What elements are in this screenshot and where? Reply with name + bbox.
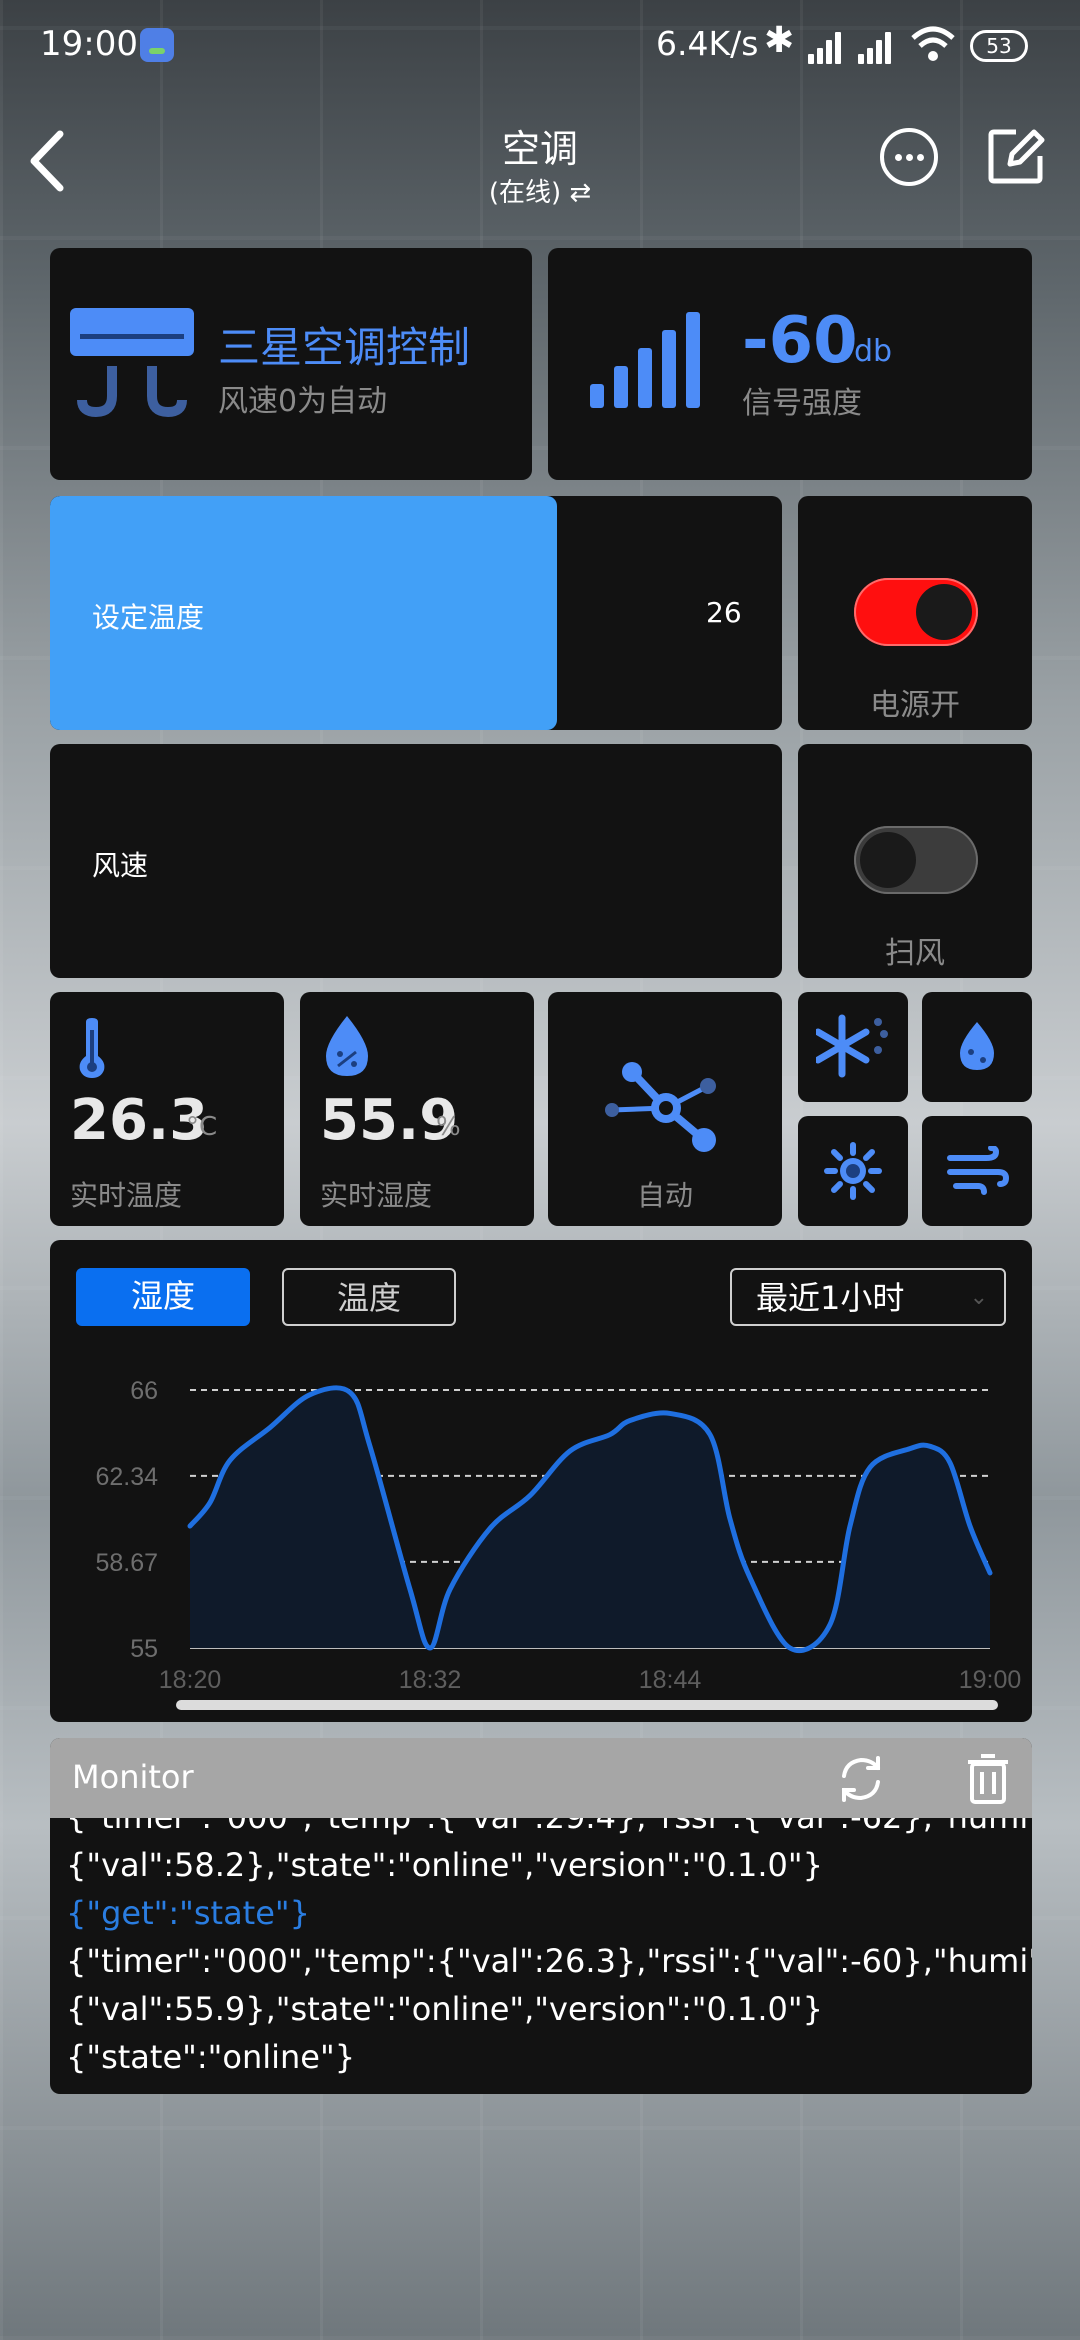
- dry-mode-button[interactable]: [922, 992, 1032, 1102]
- monitor-panel: Monitor {"timer":"000","temp":{"val":29.…: [50, 1738, 1032, 2094]
- log-line: {"val":55.9},"state":"online","version":…: [66, 1990, 823, 2028]
- app-header: 空调 (在线) ⇄: [0, 96, 1080, 236]
- sun-icon: [824, 1142, 882, 1200]
- x-tick-label: 18:20: [159, 1666, 222, 1694]
- fan-speed-label: 风速: [92, 849, 149, 882]
- network-speed: 6.4K/s: [656, 24, 759, 63]
- device-subtitle: 风速0为自动: [218, 384, 388, 419]
- device-title: 三星空调控制: [218, 323, 471, 372]
- fan-speed-slider[interactable]: 风速: [50, 744, 782, 978]
- refresh-icon[interactable]: [836, 1754, 886, 1804]
- y-tick-label: 55: [130, 1635, 158, 1663]
- thermometer-icon: [79, 1018, 105, 1078]
- log-line: {"state":"online"}: [66, 2038, 356, 2076]
- cool-mode-button[interactable]: [798, 992, 908, 1102]
- air-conditioner-icon: [70, 308, 194, 418]
- auto-mode-icon: [605, 1062, 716, 1152]
- log-line: {"timer":"000","temp":{"val":29.4},"rssi…: [66, 1818, 1032, 1836]
- snowflake-icon: [816, 1014, 888, 1078]
- power-toggle[interactable]: [854, 578, 978, 646]
- signal-strength-icon: [590, 312, 700, 408]
- monitor-title: Monitor: [72, 1758, 194, 1796]
- chart-scrollbar[interactable]: [176, 1700, 998, 1710]
- y-tick-label: 58.67: [95, 1549, 158, 1577]
- wind-icon: [947, 1146, 1010, 1195]
- set-temperature-value: 26: [706, 596, 742, 629]
- set-temperature-label: 设定温度: [92, 601, 205, 634]
- log-line: {"timer":"000","temp":{"val":26.3},"rssi…: [66, 1942, 1032, 1980]
- signal-value: -60: [742, 304, 858, 378]
- mode-card[interactable]: 自动: [548, 992, 782, 1226]
- swing-toggle[interactable]: [854, 826, 978, 894]
- humidity-card: 55.9 % 实时湿度: [300, 992, 534, 1226]
- toggle-knob: [860, 832, 916, 888]
- x-tick-label: 18:44: [639, 1666, 702, 1694]
- power-card: 电源开: [798, 496, 1032, 730]
- status-bar: 19:00 6.4K/s ✱ 53: [0, 0, 1080, 96]
- signal-label: 信号强度: [742, 386, 862, 421]
- x-tick-label: 19:00: [959, 1666, 1022, 1694]
- y-tick-label: 66: [130, 1377, 158, 1405]
- swing-label: 扫风: [885, 936, 945, 971]
- more-options-icon[interactable]: [880, 128, 938, 186]
- signal-card: -60 db 信号强度: [548, 248, 1032, 480]
- edit-icon[interactable]: [986, 126, 1046, 186]
- humidity-drop-icon: [326, 1016, 368, 1076]
- drop-icon: [960, 1022, 994, 1070]
- toggle-knob: [916, 584, 972, 640]
- set-temperature-slider[interactable]: 设定温度 26: [50, 496, 782, 730]
- wifi-icon: [911, 26, 955, 61]
- power-label: 电源开: [870, 688, 960, 723]
- temperature-card: 26.3 °C 实时温度: [50, 992, 284, 1226]
- swing-card: 扫风: [798, 744, 1032, 978]
- x-tick-label: 18:32: [399, 1666, 462, 1694]
- mode-label: 自动: [636, 1179, 693, 1212]
- monitor-log[interactable]: {"timer":"000","temp":{"val":29.4},"rssi…: [50, 1818, 1032, 2094]
- y-tick-label: 62.34: [95, 1463, 158, 1491]
- humidity-line-chart: 66 62.34 58.67 5518:20 18:32 18:44 19:00: [95, 1377, 1022, 1694]
- temperature-label: 实时温度: [70, 1179, 183, 1212]
- signal-unit: db: [854, 334, 893, 369]
- battery-indicator: 53: [970, 30, 1028, 62]
- bluetooth-icon: ✱: [764, 20, 795, 61]
- history-chart-card: 湿度 温度 最近1小时 ⌄ 66 62.34 58.67 55 18:20 18:32 18…: [50, 1240, 1032, 1722]
- humidity-label: 实时湿度: [320, 1179, 433, 1212]
- log-line: {"get":"state"}: [66, 1894, 310, 1932]
- app-notification-icon: [140, 28, 174, 62]
- humidity-unit: %: [436, 1112, 461, 1142]
- fan-mode-button[interactable]: [922, 1116, 1032, 1226]
- heat-mode-button[interactable]: [798, 1116, 908, 1226]
- temperature-unit: °C: [186, 1112, 218, 1142]
- status-time: 19:00: [40, 24, 138, 64]
- trash-icon[interactable]: [966, 1752, 1010, 1804]
- cell-signal-2-icon: [858, 32, 900, 64]
- monitor-header: Monitor: [50, 1738, 1032, 1818]
- device-info-card: 三星空调控制 风速0为自动: [50, 248, 532, 480]
- log-line: {"val":58.2},"state":"online","version":…: [66, 1846, 823, 1884]
- cell-signal-1-icon: [808, 32, 850, 64]
- series-area: [190, 1387, 990, 1651]
